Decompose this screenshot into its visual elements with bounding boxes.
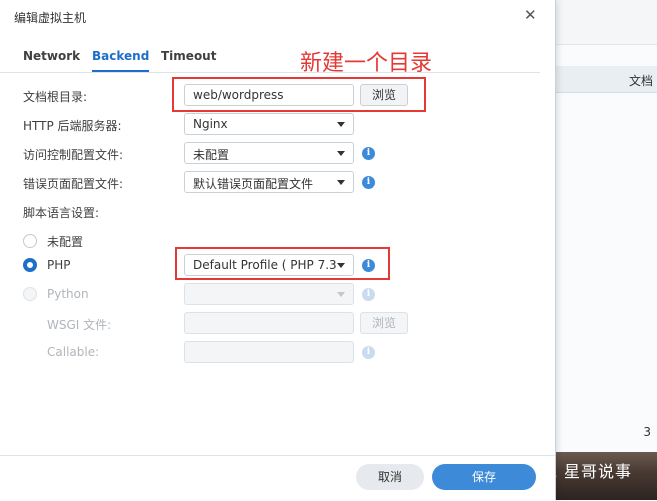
error-page-label: 错误页面配置文件: bbox=[23, 177, 124, 191]
http-server-value: Nginx bbox=[193, 117, 228, 131]
radio-none-label: 未配置 bbox=[47, 235, 84, 249]
script-lang-label: 脚本语言设置: bbox=[23, 206, 100, 220]
radio-python[interactable] bbox=[23, 287, 37, 301]
access-control-value: 未配置 bbox=[193, 148, 230, 162]
chevron-down-icon bbox=[337, 292, 345, 297]
error-page-value: 默认错误页面配置文件 bbox=[193, 177, 314, 191]
tab-bar: Network Backend Timeout bbox=[0, 44, 540, 73]
annotation-text: 新建一个目录 bbox=[300, 51, 433, 76]
radio-php[interactable] bbox=[23, 258, 37, 272]
watermark: ☁星哥说事 bbox=[543, 458, 632, 482]
radio-python-label: Python bbox=[47, 287, 89, 301]
callable-input[interactable] bbox=[184, 341, 354, 363]
tab-network[interactable]: Network bbox=[23, 49, 80, 63]
radio-php-label: PHP bbox=[47, 258, 71, 272]
python-profile-select[interactable] bbox=[184, 283, 354, 305]
background-toolbar bbox=[555, 0, 657, 45]
save-button[interactable]: 保存 bbox=[432, 464, 536, 490]
background-header-text: 文档 bbox=[628, 74, 653, 88]
chevron-down-icon bbox=[337, 180, 345, 185]
dialog-footer: 取消 保存 bbox=[0, 455, 555, 501]
info-icon[interactable]: i bbox=[362, 288, 375, 301]
close-icon[interactable]: ✕ bbox=[524, 6, 537, 24]
tab-timeout[interactable]: Timeout bbox=[161, 49, 216, 63]
info-icon[interactable]: i bbox=[362, 147, 375, 160]
wsgi-input[interactable] bbox=[184, 312, 354, 334]
tab-backend[interactable]: Backend bbox=[92, 49, 150, 72]
http-server-label: HTTP 后端服务器: bbox=[23, 119, 122, 133]
wsgi-browse-button[interactable]: 浏览 bbox=[360, 312, 408, 334]
wsgi-label: WSGI 文件: bbox=[47, 318, 112, 332]
radio-none[interactable] bbox=[23, 234, 37, 248]
access-control-select[interactable]: 未配置 bbox=[184, 142, 354, 164]
dialog-title: 编辑虚拟主机 bbox=[14, 11, 87, 25]
access-control-label: 访问控制配置文件: bbox=[23, 148, 124, 162]
edit-virtual-host-dialog: 编辑虚拟主机 ✕ Network Backend Timeout 新建一个目录 … bbox=[0, 0, 556, 501]
info-icon[interactable]: i bbox=[362, 176, 375, 189]
annotation-box-doc-root bbox=[172, 77, 426, 112]
error-page-select[interactable]: 默认错误页面配置文件 bbox=[184, 171, 354, 193]
doc-root-label: 文档根目录: bbox=[23, 90, 88, 104]
info-icon[interactable]: i bbox=[362, 346, 375, 359]
chevron-down-icon bbox=[337, 122, 345, 127]
background-app: 文档 3 bbox=[555, 0, 657, 500]
watermark-text: 星哥说事 bbox=[564, 462, 633, 481]
callable-label: Callable: bbox=[47, 345, 100, 359]
background-count: 3 bbox=[643, 425, 651, 439]
annotation-box-php bbox=[175, 247, 390, 280]
http-server-select[interactable]: Nginx bbox=[184, 113, 354, 135]
background-table-header: 文档 bbox=[555, 66, 657, 93]
chevron-down-icon bbox=[337, 151, 345, 156]
cancel-button[interactable]: 取消 bbox=[356, 464, 424, 490]
